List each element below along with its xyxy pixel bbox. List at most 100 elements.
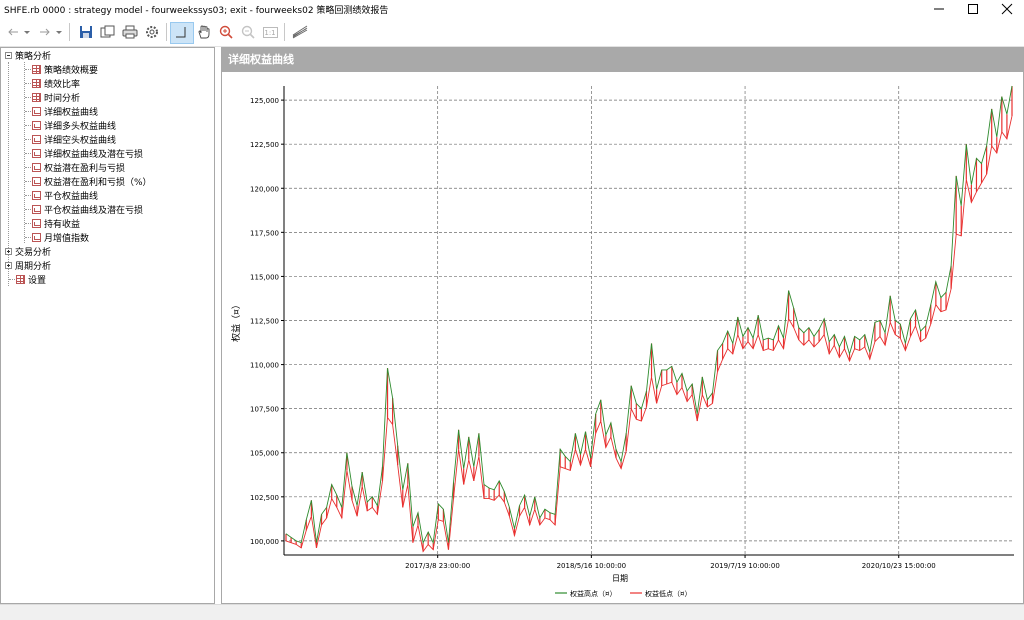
- tree-node-period-analysis[interactable]: 周期分析: [5, 258, 51, 272]
- tree-connector: [25, 153, 31, 154]
- status-bar: [0, 604, 1024, 620]
- tree-item-label: 详细空头权益曲线: [44, 135, 117, 146]
- panel-title: 详细权益曲线: [222, 48, 1023, 72]
- save-button[interactable]: [76, 22, 96, 42]
- tree-node-label: 设置: [28, 275, 47, 286]
- minimize-button[interactable]: [922, 0, 956, 18]
- chart-icon: [32, 204, 41, 214]
- tree-item-label: 权益潜在盈利和亏损（%）: [44, 177, 152, 188]
- tree-item-label: 绩效比率: [44, 79, 81, 90]
- tree-item-potential-profit-loss-pct[interactable]: 权益潜在盈利和亏损（%）: [25, 174, 152, 188]
- chart-panel: 详细权益曲线 权益（¤） 日期 权益高点（¤） 权益低点（¤） 100,000 1…: [221, 47, 1024, 604]
- tree-node-strategy-analysis[interactable]: 策略分析: [5, 48, 51, 62]
- zoom-reset-button[interactable]: 1:1: [260, 22, 280, 42]
- close-button[interactable]: [990, 0, 1024, 18]
- tree-item-strategy-summary[interactable]: 策略绩效概要: [25, 62, 98, 76]
- y-tick-label: 122,500: [250, 141, 279, 149]
- forward-dropdown[interactable]: [54, 22, 64, 42]
- y-tick-label: 107,500: [250, 406, 279, 414]
- tree-node-label: 交易分析: [15, 247, 52, 258]
- tree-item-equity-curve-potential-loss[interactable]: 详细权益曲线及潜在亏损: [25, 146, 143, 160]
- tree-connector: [25, 195, 31, 196]
- grid-icon: [32, 64, 41, 74]
- navigation-tree: 策略分析 策略绩效概要 绩效比率 时间分析 详细权益曲线 详细多头权益曲线 详细…: [0, 47, 215, 604]
- tree-item-detailed-equity-curve[interactable]: 详细权益曲线: [25, 104, 99, 118]
- tree-connector: [25, 97, 31, 98]
- maximize-button[interactable]: [956, 0, 990, 18]
- zoom-out-button[interactable]: [238, 22, 258, 42]
- tree-connector: [25, 167, 31, 168]
- y-tick-label: 105,000: [250, 450, 279, 458]
- toolbar-separator: [166, 23, 167, 41]
- back-button[interactable]: [4, 22, 22, 42]
- print-icon: [122, 25, 138, 39]
- tree-item-holding-return[interactable]: 持有收益: [25, 216, 80, 230]
- tree-connector: [9, 279, 15, 280]
- print-button[interactable]: [120, 22, 140, 42]
- tree-item-label: 策略绩效概要: [44, 65, 99, 76]
- copy-button[interactable]: [98, 22, 118, 42]
- pan-hand-icon: [198, 25, 210, 39]
- tree-connector: [25, 111, 31, 112]
- tree-node-settings[interactable]: 设置: [9, 272, 46, 286]
- chart-icon: [32, 218, 41, 228]
- chart-icon: [32, 134, 41, 144]
- tree-connector: [25, 125, 31, 126]
- grid-icon: [32, 92, 41, 102]
- tree-item-time-analysis[interactable]: 时间分析: [25, 90, 80, 104]
- tree-connector: [25, 223, 31, 224]
- x-axis-label: 日期: [612, 574, 628, 583]
- tree-item-long-equity-curve[interactable]: 详细多头权益曲线: [25, 118, 116, 132]
- legend-label-low: 权益低点（¤）: [645, 589, 691, 598]
- forward-icon: [40, 28, 50, 36]
- window-title: SHFE.rb 0000 : strategy model - fourweek…: [4, 6, 389, 16]
- y-tick-label: 120,000: [250, 185, 279, 193]
- tree-item-performance-ratio[interactable]: 绩效比率: [25, 76, 80, 90]
- crosshair-tool-button[interactable]: [170, 22, 194, 44]
- tree-item-closed-equity-curve[interactable]: 平仓权益曲线: [25, 188, 98, 202]
- back-icon: [8, 28, 18, 36]
- close-icon: [1001, 3, 1013, 15]
- crosshair-icon: [176, 27, 186, 38]
- chart-icon: [32, 190, 41, 200]
- expand-icon[interactable]: [5, 261, 12, 269]
- tree-item-potential-profit-loss[interactable]: 权益潜在盈利与亏损: [25, 160, 125, 174]
- chart-icon: [32, 176, 41, 186]
- x-tick-label: 2017/3/8 23:00:00: [405, 562, 470, 570]
- zoom-out-icon: [241, 25, 255, 39]
- y-tick-label: 117,500: [250, 229, 279, 237]
- tree-node-trade-analysis[interactable]: 交易分析: [5, 244, 51, 258]
- tree-connector: [25, 209, 31, 210]
- app-window: SHFE.rb 0000 : strategy model - fourweek…: [0, 0, 1024, 620]
- chart-legend: 权益高点（¤） 权益低点（¤）: [555, 589, 691, 598]
- tree-item-label: 平仓权益曲线及潜在亏损: [44, 205, 144, 216]
- tree-connector: [25, 83, 31, 84]
- expand-icon[interactable]: [5, 247, 12, 255]
- chart-style-button[interactable]: [290, 22, 310, 42]
- tree-node-label: 周期分析: [15, 261, 52, 272]
- y-tick-label: 110,000: [250, 362, 279, 370]
- pan-tool-button[interactable]: [194, 22, 214, 42]
- tree-item-label: 持有收益: [44, 219, 81, 230]
- maximize-icon: [968, 4, 978, 14]
- zoom-in-button[interactable]: [216, 22, 236, 42]
- settings-button[interactable]: [142, 22, 162, 42]
- back-dropdown[interactable]: [22, 22, 32, 42]
- tree-item-short-equity-curve[interactable]: 详细空头权益曲线: [25, 132, 116, 146]
- chart-icon: [32, 148, 41, 158]
- tree-connector: [25, 181, 31, 182]
- tree-connector: [25, 139, 31, 140]
- y-axis-label: 权益（¤）: [230, 300, 242, 342]
- chart-icon: [32, 232, 41, 242]
- grid-icon: [32, 78, 41, 88]
- zoom-reset-icon: 1:1: [262, 26, 278, 38]
- title-bar: SHFE.rb 0000 : strategy model - fourweek…: [0, 0, 1024, 18]
- equity-chart[interactable]: 权益（¤） 日期 权益高点（¤） 权益低点（¤） 100,000 102,500 1…: [222, 72, 1023, 603]
- tree-item-monthly-value-index[interactable]: 月增值指数: [25, 230, 89, 244]
- tree-connector: [25, 237, 31, 238]
- settings-icon: [146, 26, 158, 38]
- collapse-icon[interactable]: [5, 51, 12, 59]
- forward-button[interactable]: [36, 22, 54, 42]
- tree-item-closed-equity-potential-loss[interactable]: 平仓权益曲线及潜在亏损: [25, 202, 143, 216]
- y-tick-label: 112,500: [250, 318, 279, 326]
